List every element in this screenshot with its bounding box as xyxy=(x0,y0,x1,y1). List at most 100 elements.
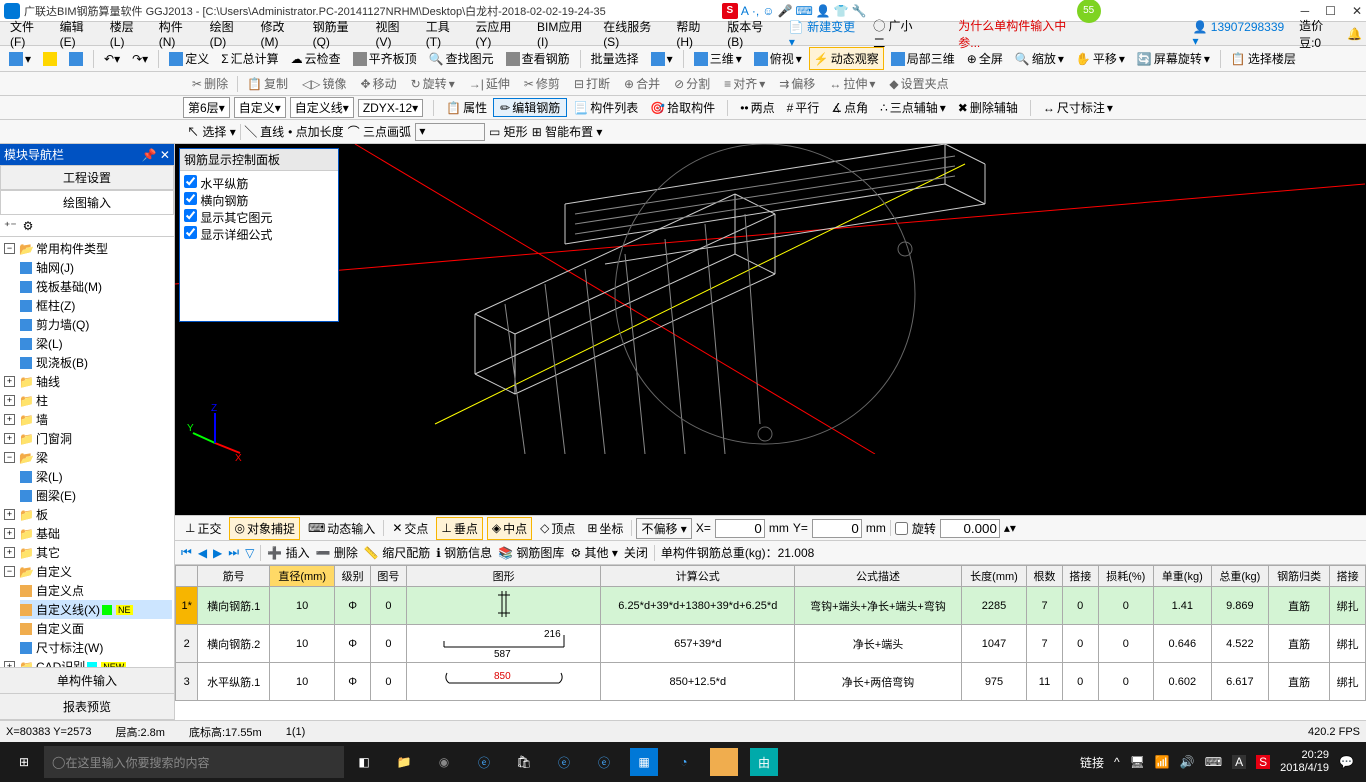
vertex-button[interactable]: ◇ 顶点 xyxy=(536,518,579,539)
offset-button[interactable]: ⇉ 偏移 xyxy=(774,75,820,92)
grid-cell[interactable]: 7 xyxy=(1027,625,1063,663)
tree-item[interactable]: 剪力墙(Q) xyxy=(36,316,89,333)
ie-icon[interactable]: ⓔ xyxy=(584,742,624,782)
batchsel-button[interactable]: 批量选择 xyxy=(586,47,644,70)
single-comp-input[interactable]: 单构件输入 xyxy=(0,668,174,694)
coord-button[interactable]: ⊞ 坐标 xyxy=(583,518,627,539)
grid-header[interactable]: 级别 xyxy=(335,566,371,587)
grid-cell[interactable]: 1* xyxy=(176,587,198,625)
menu-online[interactable]: 在线服务(S) xyxy=(597,18,670,49)
tree-cat[interactable]: CAD识别 xyxy=(36,658,85,667)
tree-cat[interactable]: 门窗洞 xyxy=(36,430,72,447)
mid-button[interactable]: ◈ 中点 xyxy=(487,517,532,540)
ime-shirt-icon[interactable]: 👕 xyxy=(834,4,849,18)
ime-smile-icon[interactable]: ☺ xyxy=(762,4,774,18)
exp-base[interactable]: + xyxy=(4,528,15,539)
chk-detail-input[interactable] xyxy=(184,226,197,239)
grid-header[interactable]: 钢筋归类 xyxy=(1269,566,1330,587)
tree-config-icon[interactable]: ⚙ xyxy=(23,219,34,233)
tray-ime-icon[interactable]: ⌨ xyxy=(1205,755,1222,769)
exp-root[interactable]: − xyxy=(4,243,15,254)
pan-button[interactable]: ✋ 平移▾ xyxy=(1071,47,1130,70)
angle-input[interactable] xyxy=(940,519,1000,538)
app4-icon[interactable]: 由 xyxy=(750,748,778,776)
line-button[interactable]: ╲ 直线 xyxy=(245,123,284,140)
selfloor-button[interactable]: 📋 选择楼层 xyxy=(1226,47,1301,70)
open-button[interactable] xyxy=(38,49,62,69)
grid-cell[interactable]: 1.41 xyxy=(1154,587,1212,625)
chk-horiz-input[interactable] xyxy=(184,175,197,188)
arc-combo[interactable]: ▾ xyxy=(415,123,485,141)
tree-item[interactable]: 框柱(Z) xyxy=(36,297,75,314)
tree-cat[interactable]: 轴线 xyxy=(36,373,60,390)
zdyx-combo[interactable]: ZDYX-12 ▾ xyxy=(358,99,423,117)
tree-root-label[interactable]: 常用构件类型 xyxy=(36,240,108,257)
dyninput-button[interactable]: ⌨ 动态输入 xyxy=(304,518,379,539)
grid-header[interactable]: 图形 xyxy=(406,566,601,587)
tree-item[interactable]: 筏板基础(M) xyxy=(36,278,102,295)
objsnap-button[interactable]: ◎ 对象捕捉 xyxy=(229,517,300,540)
grid-header[interactable]: 直径(mm) xyxy=(270,566,335,587)
align-button[interactable]: ≡ 对齐▾ xyxy=(719,75,770,92)
tray-s-icon[interactable]: S xyxy=(1256,755,1270,769)
grid-header[interactable]: 总重(kg) xyxy=(1211,566,1269,587)
exp-door[interactable]: + xyxy=(4,433,15,444)
grid-cell[interactable]: 6.617 xyxy=(1211,663,1269,701)
search-box[interactable]: ◯ 在这里输入你要搜索的内容 xyxy=(44,746,344,778)
y-input[interactable] xyxy=(812,519,862,538)
tree-cat[interactable]: 墙 xyxy=(36,411,48,428)
grid-cell[interactable]: 10 xyxy=(270,663,335,701)
exp-axis[interactable]: + xyxy=(4,376,15,387)
tree-cat[interactable]: 自定义 xyxy=(36,563,72,580)
ime-a-icon[interactable]: A xyxy=(741,4,749,18)
exp-slab[interactable]: + xyxy=(4,509,15,520)
first-button[interactable]: ⏮ xyxy=(181,545,192,560)
chk-trans[interactable]: 横向钢筋 xyxy=(184,192,334,209)
grid-cell[interactable]: 直筋 xyxy=(1269,587,1330,625)
intersect-button[interactable]: ✕ 交点 xyxy=(388,518,432,539)
dotangle-button[interactable]: ∡ 点角 xyxy=(825,99,874,116)
grid-cell[interactable]: 587216 xyxy=(406,625,601,663)
grid-cell[interactable]: 0 xyxy=(1098,663,1153,701)
grid-header[interactable]: 计算公式 xyxy=(601,566,795,587)
grid-cell[interactable]: 0.646 xyxy=(1154,625,1212,663)
tree-item[interactable]: 自定义面 xyxy=(36,620,84,637)
browser1-icon[interactable]: ◉ xyxy=(424,742,464,782)
grid-header[interactable]: 单重(kg) xyxy=(1154,566,1212,587)
hide-button[interactable]: ▾ xyxy=(646,49,678,69)
minimize-button[interactable]: ─ xyxy=(1301,4,1310,18)
sumcalc-button[interactable]: Σ 汇总计算 xyxy=(216,47,283,70)
tray-expand-icon[interactable]: ^ xyxy=(1114,755,1120,769)
ime-mic-icon[interactable]: 🎤 xyxy=(778,4,793,18)
twopoint-button[interactable]: •• 两点 xyxy=(734,99,780,116)
grid-cell[interactable]: 水平纵筋.1 xyxy=(198,663,270,701)
grid-header[interactable]: 筋号 xyxy=(198,566,270,587)
grid-cell[interactable]: 1047 xyxy=(961,625,1026,663)
clock[interactable]: 20:29 2018/4/19 xyxy=(1280,749,1329,775)
ortho-button[interactable]: ⊥ 正交 xyxy=(181,518,225,539)
exp-custom[interactable]: − xyxy=(4,566,15,577)
dynview-button[interactable]: ⚡动态观察 xyxy=(809,47,884,70)
user-id[interactable]: 👤 13907298339 ▾ xyxy=(1193,20,1290,48)
angle-spinner[interactable]: ▴▾ xyxy=(1004,521,1016,535)
grid-header[interactable]: 图号 xyxy=(371,566,407,587)
screenrot-button[interactable]: 🔄 屏幕旋转▾ xyxy=(1132,47,1215,70)
pickcomp-button[interactable]: 🎯 拾取构件 xyxy=(644,99,721,116)
prev-button[interactable]: ◀ xyxy=(198,546,207,560)
bell-icon[interactable]: 🔔 xyxy=(1347,27,1362,41)
tree-item-selected[interactable]: 自定义线(X) xyxy=(36,601,100,618)
grid-cell[interactable]: 3 xyxy=(176,663,198,701)
tree-cat[interactable]: 其它 xyxy=(36,544,60,561)
x-input[interactable] xyxy=(715,519,765,538)
pin-icon[interactable]: 📌 ✕ xyxy=(142,148,170,162)
lib-button[interactable]: 📚 钢筋图库 xyxy=(498,544,564,561)
overlook-button[interactable]: 俯视▾ xyxy=(749,47,807,70)
grid-cell[interactable]: 850 xyxy=(406,663,601,701)
dimnote-button[interactable]: ↔ 尺寸标注▾ xyxy=(1037,99,1119,116)
grid-cell[interactable]: 横向钢筋.2 xyxy=(198,625,270,663)
other-button[interactable]: ⚙ 其他 ▾ xyxy=(570,544,617,561)
grid-cell[interactable]: 2 xyxy=(176,625,198,663)
delaux-button[interactable]: ✖ 删除辅轴 xyxy=(952,99,1024,116)
grid-cell[interactable]: 0 xyxy=(371,625,407,663)
grid-header[interactable]: 长度(mm) xyxy=(961,566,1026,587)
